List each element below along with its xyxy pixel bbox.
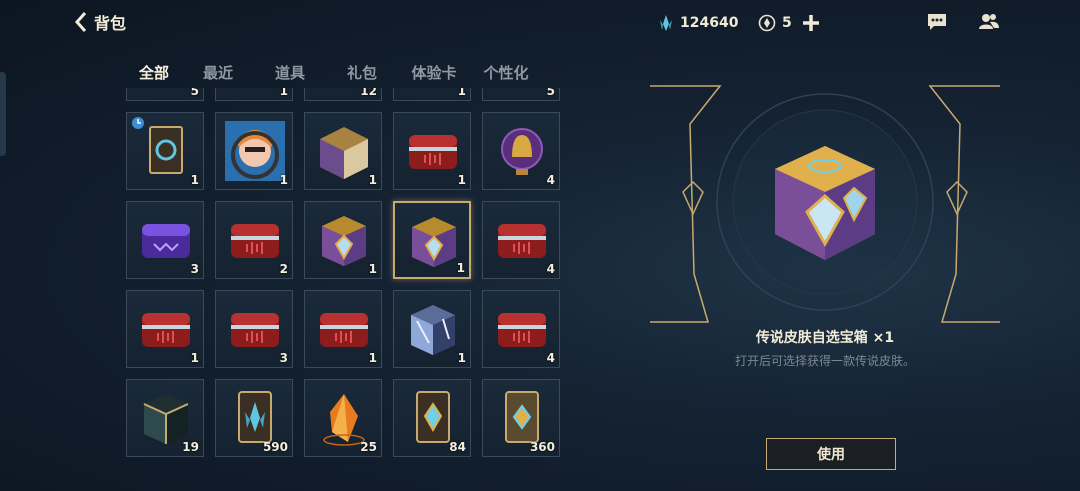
inventory-slot[interactable]: 3 [126,201,204,279]
inventory-slot[interactable]: 25 [304,379,382,457]
friends-icon[interactable] [978,12,1000,32]
inventory-grid: 5 1 12 1 5 1 1 1 1 4 3 2 1 1 4 1 3 1 1 4 19 590 25 84 360 [118,88,568,491]
inventory-slot[interactable]: 590 [215,379,293,457]
item-count: 3 [190,262,199,276]
item-count: 25 [360,440,377,454]
red-chest-icon [498,224,546,258]
chat-icon[interactable] [926,12,948,32]
token-counter: 5 [758,14,792,32]
item-count: 360 [529,440,555,454]
item-count: 1 [457,351,466,365]
item-count: 4 [546,351,555,365]
side-drawer-handle[interactable] [0,72,6,156]
clock-icon [132,117,144,129]
use-button[interactable]: 使用 [766,438,896,470]
blue-essence-counter: 124640 [658,14,738,32]
item-count: 1 [368,351,377,365]
gold-chest-icon [320,127,368,179]
item-count: 1 [368,173,377,187]
gem-card-icon [416,391,450,443]
chevron-left-icon [74,12,87,32]
inventory-slot[interactable]: 360 [482,379,560,457]
item-count: 1 [190,173,199,187]
tab-recent[interactable]: 最近 [182,62,254,83]
dark-cube-icon [143,394,189,444]
gold-gem-card-icon [505,391,539,443]
add-currency-icon[interactable] [801,13,821,33]
skin-card-icon [149,126,183,174]
inventory-slot[interactable]: 5 [482,88,560,101]
item-count: 1 [368,262,377,276]
item-count: 1 [279,173,288,187]
item-count: 590 [262,440,288,454]
item-count: 1 [279,88,288,98]
item-count: 2 [279,262,288,276]
inventory-slot[interactable]: 1 [304,290,382,368]
crystal-cube-icon [411,305,455,355]
tab-items[interactable]: 道具 [254,62,326,83]
tab-personalization[interactable]: 个性化 [470,62,542,83]
page-title: 背包 [94,14,127,33]
inventory-slot[interactable]: 1 [304,201,382,279]
inventory-slot[interactable]: 19 [126,379,204,457]
red-chest-icon [409,135,457,169]
item-count: 4 [546,173,555,187]
blue-essence-card-icon [238,391,272,443]
inventory-slot[interactable]: 5 [126,88,204,101]
inventory-slot[interactable]: 12 [304,88,382,101]
token-icon [758,14,776,32]
item-preview [650,85,1000,323]
inventory-slot[interactable]: 1 [215,88,293,101]
item-count: 1 [190,351,199,365]
item-count: 1 [456,261,465,275]
item-description: 打开后可选择获得一款传说皮肤。 [734,354,915,368]
inventory-slot[interactable]: 1 [126,112,204,190]
red-chest-icon [231,313,279,347]
category-tabs: 全部 最近 道具 礼包 体验卡 个性化 [126,62,542,83]
inventory-slot[interactable]: 1 [393,88,471,101]
item-count: 1 [457,88,466,98]
blue-essence-icon [660,15,672,31]
token-value: 5 [782,15,792,31]
tab-bundles[interactable]: 礼包 [326,62,398,83]
inventory-slot[interactable]: 1 [393,290,471,368]
item-count: 4 [546,262,555,276]
purple-chest-icon [142,224,190,258]
red-chest-icon [142,313,190,347]
inventory-slot[interactable]: 84 [393,379,471,457]
helmet-emblem-icon [501,128,543,175]
legend-chest-icon [412,217,456,267]
item-count: 3 [279,351,288,365]
inventory-slot[interactable]: 1 [304,112,382,190]
item-count: 19 [182,440,199,454]
inventory-slot[interactable]: 3 [215,290,293,368]
legend-chest-icon [322,216,366,266]
inventory-slot[interactable]: 1 [393,112,471,190]
inventory-slot-selected[interactable]: 1 [393,201,471,279]
back-button[interactable]: 背包 [74,10,126,34]
champion-portrait-icon [225,121,285,181]
inventory-slot[interactable]: 4 [482,290,560,368]
item-count: 12 [360,88,377,98]
inventory-slot[interactable]: 4 [482,201,560,279]
item-count: 1 [457,173,466,187]
inventory-slot[interactable]: 4 [482,112,560,190]
blue-essence-value: 124640 [680,15,739,31]
item-count: 5 [190,88,199,98]
item-count: 84 [449,440,466,454]
tab-all[interactable]: 全部 [126,62,182,83]
inventory-slot[interactable]: 2 [215,201,293,279]
inventory-slot[interactable]: 1 [126,290,204,368]
item-count: 5 [546,88,555,98]
inventory-slot[interactable]: 1 [215,112,293,190]
red-chest-icon [320,313,368,347]
red-chest-icon [498,313,546,347]
item-name: 传说皮肤自选宝箱 ×1 [755,330,895,346]
tab-trial-cards[interactable]: 体验卡 [398,62,470,83]
red-chest-icon [231,224,279,258]
orange-shard-icon [323,394,365,446]
top-bar: 背包 124640 5 [0,0,1080,48]
